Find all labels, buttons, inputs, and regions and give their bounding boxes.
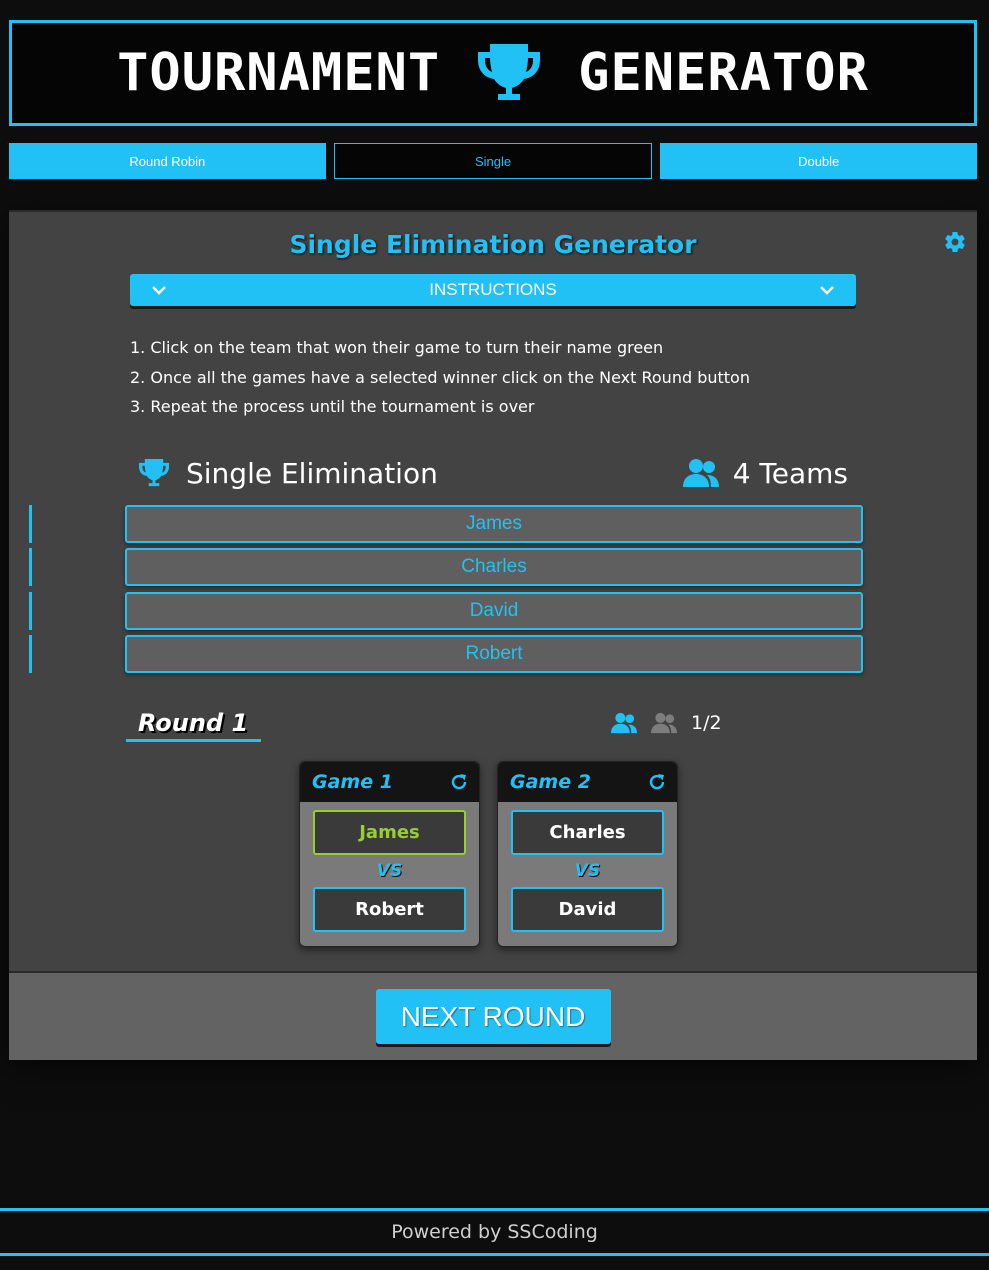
tournament-summary: Single Elimination 4 Teams xyxy=(136,455,848,491)
list-item: David xyxy=(9,591,977,635)
game-header: Game 1 xyxy=(300,762,479,802)
chevron-down-icon xyxy=(152,286,166,295)
team-button-winner[interactable]: James xyxy=(313,810,466,855)
instruction-step: 3. Repeat the process until the tourname… xyxy=(130,397,535,416)
team-entry[interactable]: David xyxy=(125,591,863,630)
page-footer: Powered by SSCoding xyxy=(0,1208,989,1256)
game-header: Game 2 xyxy=(498,762,677,802)
team-count: 4 Teams xyxy=(732,456,848,490)
game-title: Game 2 xyxy=(510,771,591,793)
tournament-type: Single Elimination xyxy=(186,456,438,490)
team-entry[interactable]: Robert xyxy=(125,634,863,673)
trophy-icon xyxy=(478,44,541,100)
team-button[interactable]: Charles xyxy=(511,810,664,855)
round-progress: 1/2 xyxy=(611,712,722,734)
tab-single[interactable]: Single xyxy=(333,143,653,179)
header-title-left: TOURNAMENT xyxy=(117,43,441,103)
generator-title: Single Elimination Generator xyxy=(289,230,697,259)
team-list: James Charles David Robert xyxy=(9,505,977,678)
game-card: Game 2 Charles VS David xyxy=(497,761,678,947)
next-round-button[interactable]: NEXT ROUND xyxy=(375,989,611,1044)
panel-footer: NEXT ROUND xyxy=(9,971,977,1060)
instruction-step: 2. Once all the games have a selected wi… xyxy=(130,367,750,387)
drag-handle[interactable] xyxy=(29,548,32,587)
generator-panel: Single Elimination Generator INSTRUCTION… xyxy=(9,210,977,1060)
drag-handle[interactable] xyxy=(29,591,32,630)
users-icon xyxy=(611,712,637,734)
game-card: Game 1 James VS Robert xyxy=(299,761,480,947)
games-list: Game 1 James VS Robert Game 2 Charles VS… xyxy=(299,761,678,947)
users-icon xyxy=(651,712,677,734)
chevron-down-icon xyxy=(820,286,834,295)
team-button[interactable]: Robert xyxy=(313,887,466,932)
users-icon xyxy=(682,459,719,487)
games-completed: 1/2 xyxy=(691,712,722,734)
list-item: Charles xyxy=(9,548,977,591)
team-entry[interactable]: Charles xyxy=(125,548,863,587)
vs-label: VS xyxy=(574,861,601,881)
team-entry[interactable]: James xyxy=(125,505,863,543)
list-item: James xyxy=(9,505,977,548)
drag-handle[interactable] xyxy=(29,634,32,673)
round-title: Round 1 xyxy=(126,709,261,742)
instructions-label: INSTRUCTIONS xyxy=(429,280,557,299)
drag-handle[interactable] xyxy=(29,505,32,543)
app-header: TOURNAMENT GENERATOR xyxy=(9,20,977,126)
round-title-text: Round 1 xyxy=(138,709,249,737)
vs-label: VS xyxy=(376,861,403,881)
gear-icon[interactable] xyxy=(943,230,967,254)
team-button[interactable]: David xyxy=(511,887,664,932)
refresh-icon[interactable] xyxy=(449,772,469,792)
list-item: Robert xyxy=(9,634,977,678)
tab-round-robin[interactable]: Round Robin xyxy=(9,143,326,179)
trophy-icon xyxy=(139,458,169,487)
instruction-step: 1. Click on the team that won their game… xyxy=(130,338,664,357)
refresh-icon[interactable] xyxy=(647,772,667,792)
instruction-steps: 1. Click on the team that won their game… xyxy=(130,333,750,422)
instructions-toggle[interactable]: INSTRUCTIONS xyxy=(130,274,856,306)
mode-tabs: Round Robin Single Double xyxy=(9,143,978,179)
tab-double[interactable]: Double xyxy=(660,143,978,179)
game-title: Game 1 xyxy=(312,771,393,793)
header-title-right: GENERATOR xyxy=(578,43,869,103)
